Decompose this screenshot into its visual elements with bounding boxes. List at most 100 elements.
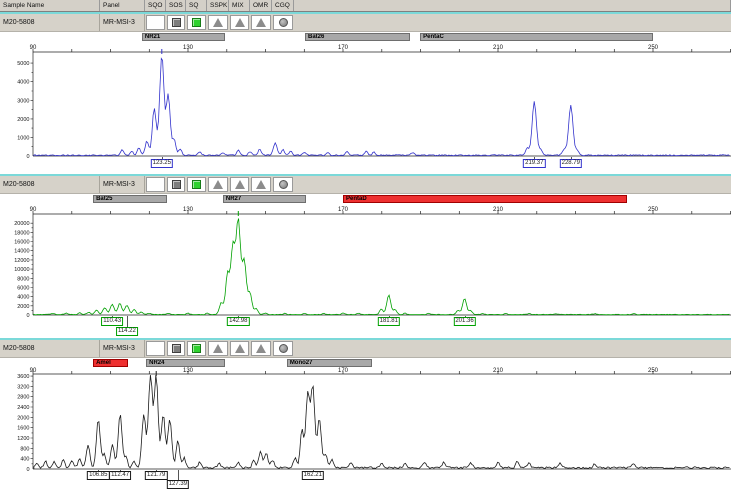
column-header-sample-name[interactable]: Sample Name — [0, 0, 100, 11]
sos-flag-cell[interactable] — [167, 15, 185, 30]
sos-gray-square-icon — [172, 180, 181, 189]
peak-size-label[interactable]: 112.47 — [109, 471, 131, 480]
column-header-filler — [294, 0, 731, 11]
sample-row[interactable]: M20-5808 MR-MSI-3 — [0, 14, 731, 32]
marker-bar-mono27[interactable]: Mono27 — [287, 359, 372, 367]
sample-name-cell[interactable]: M20-5808 — [0, 14, 100, 31]
peak-size-label[interactable]: 121.79 — [145, 471, 167, 480]
sq-flag-cell[interactable] — [187, 15, 206, 30]
electropherogram-blue[interactable]: 90130170210250010002000300040005000NR21B… — [0, 32, 731, 174]
mix-triangle-icon — [235, 344, 245, 353]
sample-name-cell[interactable]: M20-5808 — [0, 176, 100, 193]
trace-path — [34, 219, 730, 316]
marker-bar-pentac[interactable]: PentaC — [420, 33, 653, 41]
sos-flag-cell[interactable] — [167, 341, 185, 356]
omr-flag-cell[interactable] — [251, 15, 271, 30]
omr-triangle-icon — [256, 180, 266, 189]
cgq-flag-cell[interactable] — [273, 341, 293, 356]
axis-frame — [33, 371, 731, 469]
peak-size-label[interactable]: 228.79 — [560, 159, 582, 168]
axis-frame — [33, 49, 731, 156]
peak-size-label[interactable]: 219.37 — [523, 159, 545, 168]
x-tick-label: 130 — [183, 368, 194, 374]
x-tick-label: 170 — [338, 45, 349, 51]
peak-size-label[interactable]: 181.81 — [378, 317, 400, 326]
marker-bar-nr21[interactable]: NR21 — [142, 33, 225, 41]
sspk-flag-cell[interactable] — [208, 15, 228, 30]
omr-triangle-icon — [256, 344, 266, 353]
column-header-sq[interactable]: SQ — [186, 0, 207, 11]
y-tick-label: 1600 — [17, 426, 29, 432]
x-tick-label: 90 — [30, 368, 37, 374]
marker-bar-nr27[interactable]: NR27 — [223, 195, 306, 203]
cgq-flag-cell[interactable] — [273, 15, 293, 30]
x-tick-label: 250 — [648, 207, 659, 213]
peak-label-connector — [127, 316, 128, 327]
x-tick-label: 210 — [493, 368, 504, 374]
y-tick-label: 0 — [26, 467, 29, 473]
sspk-flag-cell[interactable] — [208, 177, 228, 192]
sqo-flag-cell — [146, 341, 165, 356]
omr-flag-cell[interactable] — [251, 177, 271, 192]
y-tick-label: 0 — [26, 313, 29, 319]
sample-row[interactable]: M20-5808 MR-MSI-3 — [0, 340, 731, 358]
peak-size-label[interactable]: 201.36 — [453, 317, 475, 326]
marker-bar-bat26[interactable]: Bat26 — [305, 33, 410, 41]
y-tick-label: 20000 — [14, 221, 29, 227]
marker-bar-nr24[interactable]: NR24 — [146, 359, 225, 367]
omr-flag-cell[interactable] — [251, 341, 271, 356]
sq-flag-cell[interactable] — [187, 341, 206, 356]
sos-flag-cell[interactable] — [167, 177, 185, 192]
y-tick-label: 4000 — [17, 80, 29, 86]
sspk-flag-cell[interactable] — [208, 341, 228, 356]
column-header-sos[interactable]: SOS — [166, 0, 186, 11]
electropherogram-green[interactable]: 9013017021025002000400060008000100001200… — [0, 194, 731, 338]
sample-row[interactable]: M20-5808 MR-MSI-3 — [0, 176, 731, 194]
y-tick-label: 3200 — [17, 384, 29, 390]
column-header-omr[interactable]: OMR — [250, 0, 272, 11]
marker-bar-amel[interactable]: Amel — [93, 359, 128, 367]
y-tick-label: 18000 — [14, 230, 29, 236]
peak-size-label[interactable]: 142.98 — [227, 317, 249, 326]
sample-name-cell[interactable]: M20-5808 — [0, 340, 100, 357]
mix-flag-cell[interactable] — [230, 341, 249, 356]
cgq-flag-cell[interactable] — [273, 177, 293, 192]
marker-bar-bat25[interactable]: Bat25 — [93, 195, 167, 203]
column-header-sspk[interactable]: SSPK — [207, 0, 229, 11]
y-tick-label: 1200 — [17, 436, 29, 442]
channel-block-black: M20-5808 MR-MSI-3 9013017021025004008001… — [0, 338, 731, 495]
y-tick-label: 3600 — [17, 374, 29, 380]
sq-green-square-icon — [192, 344, 201, 353]
panel-name-cell[interactable]: MR-MSI-3 — [100, 340, 145, 357]
sqo-flag-cell — [146, 177, 165, 192]
fragment-analysis-window: Sample Name Panel SQO SOS SQ SSPK MIX OM… — [0, 0, 731, 495]
panel-name-cell[interactable]: MR-MSI-3 — [100, 176, 145, 193]
y-axis-ticks — [31, 376, 34, 464]
y-tick-label: 16000 — [14, 240, 29, 246]
row-filler — [294, 176, 731, 193]
column-header-panel[interactable]: Panel — [100, 0, 145, 11]
panel-name-cell[interactable]: MR-MSI-3 — [100, 14, 145, 31]
peak-size-label[interactable]: 110.43 — [101, 317, 123, 326]
y-tick-label: 2000 — [17, 415, 29, 421]
axis-frame — [33, 211, 731, 315]
mix-triangle-icon — [235, 18, 245, 27]
column-header-sqo[interactable]: SQO — [145, 0, 166, 11]
peak-size-label[interactable]: 114.22 — [116, 327, 138, 336]
x-tick-label: 90 — [30, 207, 37, 213]
peak-size-label[interactable]: 162.21 — [302, 471, 324, 480]
table-header: Sample Name Panel SQO SOS SQ SSPK MIX OM… — [0, 0, 731, 12]
column-header-cgq[interactable]: CGQ — [272, 0, 294, 11]
cgq-circle-icon — [279, 18, 288, 27]
mix-flag-cell[interactable] — [230, 177, 249, 192]
mix-flag-cell[interactable] — [230, 15, 249, 30]
marker-bar-pentad[interactable]: PentaD — [343, 195, 627, 203]
peak-size-label[interactable]: 106.85 — [87, 471, 109, 480]
peak-size-label[interactable]: 127.39 — [167, 480, 189, 489]
peak-size-label[interactable]: 123.25 — [151, 159, 173, 168]
sq-flag-cell[interactable] — [187, 177, 206, 192]
electropherogram-black[interactable]: 9013017021025004008001200160020002400280… — [0, 358, 731, 495]
sspk-triangle-icon — [213, 18, 223, 27]
column-header-mix[interactable]: MIX — [229, 0, 250, 11]
row-filler — [294, 340, 731, 357]
